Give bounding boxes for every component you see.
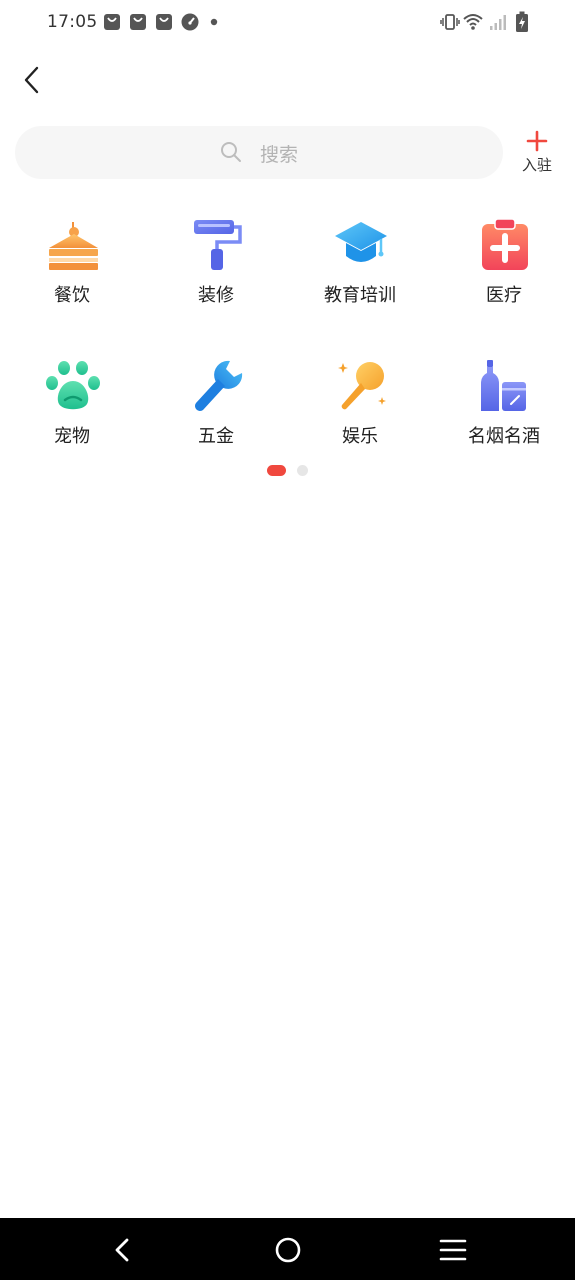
category-label: 娱乐 (342, 426, 378, 447)
screen: 17:05 搜索 入驻 餐饮 装修 教育培训 医疗 宠物 五金 娱乐 名烟名酒 (0, 0, 575, 1280)
wrench-icon (195, 360, 243, 411)
paint-roller-icon (194, 220, 242, 270)
join-label: 入驻 (521, 156, 552, 174)
paw-icon (46, 361, 100, 410)
category-label: 装修 (198, 285, 234, 306)
category-label: 教育培训 (324, 285, 396, 306)
navigation-bar (0, 1218, 575, 1280)
category-label: 宠物 (54, 426, 90, 447)
category-hardware[interactable]: 五金 (156, 359, 276, 469)
nav-home-button[interactable] (268, 1234, 308, 1266)
nav-back-button[interactable] (102, 1234, 142, 1266)
status-time: 17:05 (47, 12, 98, 32)
search-placeholder: 搜索 (260, 144, 299, 166)
vibrate-icon (440, 14, 460, 30)
bag-icon (156, 14, 172, 30)
cake-icon (49, 222, 98, 270)
page-dot[interactable] (297, 465, 308, 476)
category-decoration[interactable]: 装修 (156, 218, 276, 328)
home-icon (275, 1237, 301, 1263)
menu-icon (439, 1239, 467, 1261)
dot-icon (210, 18, 218, 26)
plus-icon (526, 130, 548, 152)
medical-clipboard-icon (482, 218, 528, 270)
back-button[interactable] (14, 60, 50, 100)
bottle-icon (481, 360, 526, 411)
bag-icon (130, 14, 146, 30)
back-icon (115, 1238, 129, 1262)
status-bar: 17:05 (0, 0, 575, 48)
category-catering[interactable]: 餐饮 (12, 218, 132, 328)
bag-icon (104, 14, 120, 30)
wifi-icon (463, 14, 483, 30)
category-pets[interactable]: 宠物 (12, 359, 132, 469)
signal-icon (490, 15, 506, 30)
search-input[interactable]: 搜索 (15, 126, 503, 179)
category-medical[interactable]: 医疗 (444, 218, 564, 328)
category-label: 五金 (198, 426, 234, 447)
battery-charging-icon (516, 11, 528, 32)
category-label: 名烟名酒 (468, 426, 540, 447)
page-dot-active[interactable] (267, 465, 286, 476)
graduation-cap-icon (335, 222, 387, 262)
category-label: 医疗 (486, 285, 522, 306)
microphone-icon (338, 362, 386, 410)
category-entertainment[interactable]: 娱乐 (300, 359, 420, 469)
search-icon (221, 142, 241, 162)
category-label: 餐饮 (54, 285, 90, 306)
chevron-left-icon (24, 66, 39, 94)
join-button[interactable]: 入驻 (514, 128, 560, 180)
gauge-icon (181, 13, 199, 31)
category-tobacco-liquor[interactable]: 名烟名酒 (444, 359, 564, 469)
category-education[interactable]: 教育培训 (300, 218, 420, 328)
nav-menu-button[interactable] (433, 1234, 473, 1266)
